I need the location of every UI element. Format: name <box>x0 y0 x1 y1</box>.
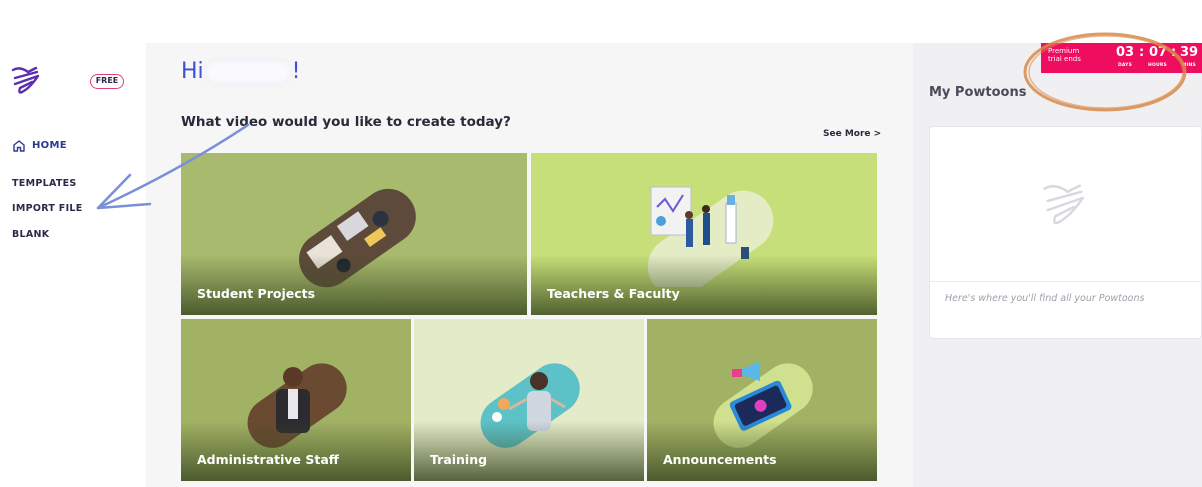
card-label: Training <box>430 452 488 467</box>
my-powtoons-title: My Powtoons <box>929 85 1027 100</box>
card-shade <box>181 421 411 481</box>
card-label: Administrative Staff <box>197 452 339 467</box>
redacted-username <box>206 62 289 82</box>
greeting: Hi! <box>181 59 300 84</box>
card-teachers-faculty[interactable]: Teachers & Faculty <box>531 153 877 315</box>
sidebar-item-home[interactable]: HOME <box>12 139 67 152</box>
card-label: Announcements <box>663 452 777 467</box>
trial-separator: : <box>1171 45 1177 60</box>
trial-countdown-banner[interactable]: Premium trial ends 03 : 07 : 39 DAYS HOU… <box>1041 43 1202 73</box>
trial-hours-label: HOURS <box>1148 63 1167 68</box>
greeting-suffix: ! <box>291 59 301 84</box>
card-student-projects[interactable]: Student Projects <box>181 153 527 315</box>
card-announcements[interactable]: Announcements <box>647 319 877 481</box>
card-label: Student Projects <box>197 286 316 301</box>
trial-days-value: 03 <box>1116 45 1135 60</box>
card-shade <box>531 255 877 315</box>
card-divider <box>930 281 1201 282</box>
trial-text: Premium trial ends <box>1048 47 1081 63</box>
trial-mins-value: 39 <box>1180 45 1199 60</box>
home-icon <box>13 140 25 152</box>
main-content: Hi! What video would you like to create … <box>146 43 913 487</box>
card-administrative-staff[interactable]: Administrative Staff <box>181 319 411 481</box>
sidebar-item-blank[interactable]: BLANK <box>12 229 49 240</box>
powtoons-empty-card: Here's where you'll find all your Powtoo… <box>929 126 1202 339</box>
card-shade <box>181 255 527 315</box>
sidebar-item-home-label: HOME <box>32 140 67 151</box>
trial-mins-label: MINS <box>1182 63 1196 68</box>
empty-state-text: Here's where you'll find all your Powtoo… <box>945 293 1145 304</box>
my-powtoons-panel: My Powtoons Here's where you'll find all… <box>913 43 1202 487</box>
trial-hours-value: 07 <box>1149 45 1168 60</box>
trial-text-line1: Premium <box>1048 47 1080 55</box>
sidebar-item-import-file[interactable]: IMPORT FILE <box>12 203 83 214</box>
sidebar-item-templates[interactable]: TEMPLATES <box>12 178 77 189</box>
powtoon-logo-icon[interactable] <box>10 64 44 96</box>
free-plan-badge: FREE <box>90 74 124 89</box>
card-label: Teachers & Faculty <box>547 286 680 301</box>
powtoon-logo-placeholder-icon <box>1043 184 1085 225</box>
trial-days-label: DAYS <box>1118 63 1133 68</box>
card-shade <box>647 421 877 481</box>
card-shade <box>414 421 644 481</box>
see-more-link[interactable]: See More > <box>823 129 881 139</box>
card-training[interactable]: Training <box>414 319 644 481</box>
trial-text-line2: trial ends <box>1048 55 1081 63</box>
greeting-prefix: Hi <box>181 59 204 84</box>
sidebar: FREE HOME TEMPLATES IMPORT FILE BLANK <box>0 0 146 487</box>
trial-separator: : <box>1139 45 1145 60</box>
page-heading: What video would you like to create toda… <box>181 114 511 130</box>
